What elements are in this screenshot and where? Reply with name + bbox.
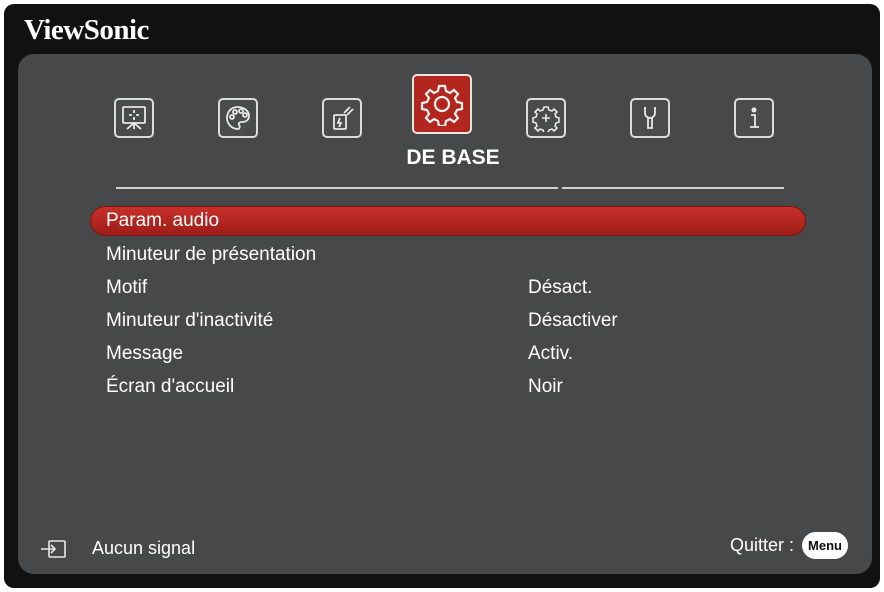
menu-item-idle-timer[interactable]: Minuteur d'inactivité Désactiver (90, 306, 806, 336)
menu-item-label: Message (106, 343, 184, 364)
menu-item-value: Désact. (528, 277, 593, 298)
osd-panel: DE BASE Param. audio Minuteur de présent… (18, 54, 872, 574)
gear-icon (420, 84, 464, 126)
quit-hint: Quitter : Menu (730, 532, 848, 559)
active-tab-label: DE BASE (406, 146, 500, 169)
tab-display[interactable] (114, 98, 154, 138)
menu-item-label: Minuteur de présentation (106, 244, 317, 265)
menu-item-value: Activ. (528, 343, 574, 364)
display-icon (122, 106, 146, 130)
menu-item-splash-screen[interactable]: Écran d'accueil Noir (90, 372, 806, 402)
menu-item-message[interactable]: Message Activ. (90, 339, 806, 369)
tab-color[interactable] (218, 98, 258, 138)
advanced-gear-icon (532, 106, 560, 132)
tab-divider (116, 187, 784, 189)
tab-advanced[interactable] (526, 98, 566, 138)
menu-item-presentation-timer[interactable]: Minuteur de présentation (90, 240, 806, 270)
info-icon (750, 107, 759, 128)
tab-settings[interactable] (630, 98, 670, 138)
menu-button[interactable]: Menu (802, 532, 848, 559)
menu-item-value: Noir (528, 376, 563, 397)
brand-logo: ViewSonic (24, 14, 149, 46)
menu-item-pattern[interactable]: Motif Désact. (90, 273, 806, 303)
menu-item-label: Param. audio (106, 210, 220, 231)
signal-status: Aucun signal (40, 538, 195, 559)
menu-item-label: Motif (106, 277, 148, 298)
signal-text: Aucun signal (92, 538, 196, 558)
power-icon (333, 106, 354, 130)
palette-icon (226, 106, 250, 130)
tab-power[interactable] (322, 98, 362, 138)
menu-item-audio-settings[interactable]: Param. audio (90, 206, 806, 236)
menu-item-value: Désactiver (528, 310, 618, 331)
tab-basic[interactable] (412, 74, 472, 134)
wrench-icon (644, 107, 656, 129)
osd-window: ViewSonic DE BASE Param. audio Minuteur … (4, 4, 880, 588)
input-source-icon (41, 539, 66, 558)
menu-item-label: Minuteur d'inactivité (106, 310, 274, 331)
tab-information[interactable] (734, 98, 774, 138)
quit-label: Quitter : (730, 535, 795, 555)
menu-item-label: Écran d'accueil (106, 376, 235, 397)
